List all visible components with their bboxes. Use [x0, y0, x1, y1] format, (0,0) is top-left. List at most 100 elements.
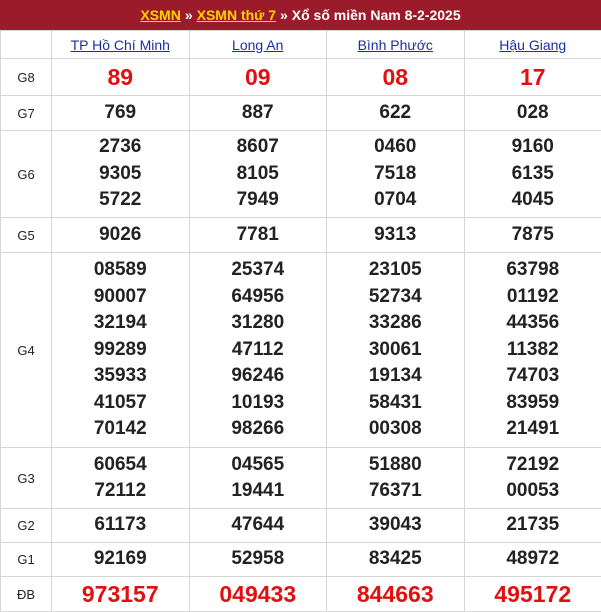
prize-number: 39043 — [327, 512, 464, 539]
prize-number: 19134 — [327, 363, 464, 390]
prize-label: G7 — [1, 96, 52, 131]
prize-number: 47112 — [190, 337, 327, 364]
breadcrumb-separator: » — [185, 7, 193, 23]
breadcrumb-separator: » — [280, 7, 288, 23]
prize-cell: 39043 — [327, 509, 465, 543]
prize-row: G261173476443904321735 — [1, 509, 601, 543]
prize-number: 09 — [190, 64, 327, 91]
prize-number: 17 — [465, 64, 601, 91]
prize-number: 21491 — [465, 416, 601, 443]
prize-cell: 273693055722 — [52, 131, 190, 218]
province-header[interactable]: Long An — [189, 31, 327, 59]
prize-cell: 63798011924435611382747038395921491 — [464, 253, 601, 448]
prize-number: 6135 — [465, 161, 601, 188]
province-header[interactable]: TP Hồ Chí Minh — [52, 31, 190, 59]
prize-cell: 89 — [52, 59, 190, 96]
prize-row: G627369305572286078105794904607518070491… — [1, 131, 601, 218]
prize-number: 00308 — [327, 416, 464, 443]
prize-number: 58431 — [327, 390, 464, 417]
prize-number: 08589 — [52, 257, 189, 284]
province-header[interactable]: Hậu Giang — [464, 31, 601, 59]
results-container: XSMN » XSMN thứ 7 » Xổ số miền Nam 8-2-2… — [0, 0, 601, 600]
prize-number: 7518 — [327, 161, 464, 188]
prize-cell: 83425 — [327, 543, 465, 577]
prize-number: 04565 — [190, 452, 327, 479]
prize-row: G192169529588342548972 — [1, 543, 601, 577]
prize-number: 52958 — [190, 546, 327, 573]
prize-cell: 7219200053 — [464, 448, 601, 509]
prize-cell: 25374649563128047112962461019398266 — [189, 253, 327, 448]
prize-number: 60654 — [52, 452, 189, 479]
results-table: TP Hồ Chí Minh Long An Bình Phước Hậu Gi… — [0, 30, 601, 612]
prize-number: 61173 — [52, 512, 189, 539]
breadcrumb-link-xsmn-thu7[interactable]: XSMN thứ 7 — [197, 7, 276, 23]
prize-number: 35933 — [52, 363, 189, 390]
prize-number: 92169 — [52, 546, 189, 573]
prize-number: 9305 — [52, 161, 189, 188]
prize-cell: 860781057949 — [189, 131, 327, 218]
prize-cell: 622 — [327, 96, 465, 131]
prize-number: 10193 — [190, 390, 327, 417]
breadcrumb-link-xsmn[interactable]: XSMN — [140, 7, 180, 23]
prize-cell: 046075180704 — [327, 131, 465, 218]
prize-number: 51880 — [327, 452, 464, 479]
prize-cell: 92169 — [52, 543, 190, 577]
prize-number: 23105 — [327, 257, 464, 284]
prize-cell: 21735 — [464, 509, 601, 543]
prize-label: ĐB — [1, 577, 52, 612]
prize-cell: 5188076371 — [327, 448, 465, 509]
province-link-1[interactable]: Long An — [232, 37, 283, 53]
prize-number: 33286 — [327, 310, 464, 337]
province-header[interactable]: Bình Phước — [327, 31, 465, 59]
prize-cell: 7875 — [464, 218, 601, 253]
prize-number: 64956 — [190, 284, 327, 311]
prize-number: 21735 — [465, 512, 601, 539]
prize-number: 25374 — [190, 257, 327, 284]
prize-number: 622 — [327, 100, 464, 127]
prize-row: G7769887622028 — [1, 96, 601, 131]
prize-cell: 7781 — [189, 218, 327, 253]
prize-cell: 0456519441 — [189, 448, 327, 509]
prize-number: 83425 — [327, 546, 464, 573]
prize-row: G408589900073219499289359334105770142253… — [1, 253, 601, 448]
prize-cell: 916061354045 — [464, 131, 601, 218]
prize-cell: 08 — [327, 59, 465, 96]
page-title: Xổ số miền Nam 8-2-2025 — [292, 7, 461, 23]
prize-number: 8607 — [190, 134, 327, 161]
prize-cell: 9313 — [327, 218, 465, 253]
prize-number: 769 — [52, 100, 189, 127]
prize-number: 049433 — [190, 581, 327, 608]
prize-cell: 887 — [189, 96, 327, 131]
prize-cell: 049433 — [189, 577, 327, 612]
prize-label: G5 — [1, 218, 52, 253]
prize-number: 74703 — [465, 363, 601, 390]
prize-number: 41057 — [52, 390, 189, 417]
prize-cell: 61173 — [52, 509, 190, 543]
breadcrumb-bar: XSMN » XSMN thứ 7 » Xổ số miền Nam 8-2-2… — [0, 0, 601, 30]
prize-number: 0460 — [327, 134, 464, 161]
prize-number: 98266 — [190, 416, 327, 443]
prize-label: G4 — [1, 253, 52, 448]
prize-number: 30061 — [327, 337, 464, 364]
prize-number: 83959 — [465, 390, 601, 417]
province-header-row: TP Hồ Chí Minh Long An Bình Phước Hậu Gi… — [1, 31, 601, 59]
prize-number: 5722 — [52, 187, 189, 214]
province-link-3[interactable]: Hậu Giang — [499, 37, 566, 53]
prize-cell: 6065472112 — [52, 448, 190, 509]
province-link-2[interactable]: Bình Phước — [358, 37, 433, 53]
prize-number: 70142 — [52, 416, 189, 443]
prize-row: G360654721120456519441518807637172192000… — [1, 448, 601, 509]
prize-number: 52734 — [327, 284, 464, 311]
prize-number: 2736 — [52, 134, 189, 161]
prize-body: G889090817G7769887622028G627369305572286… — [1, 59, 601, 612]
prize-number: 08 — [327, 64, 464, 91]
province-link-0[interactable]: TP Hồ Chí Minh — [71, 37, 170, 53]
prize-label: G2 — [1, 509, 52, 543]
prize-number: 00053 — [465, 478, 601, 505]
prize-number: 11382 — [465, 337, 601, 364]
prize-label: G1 — [1, 543, 52, 577]
prize-cell: 844663 — [327, 577, 465, 612]
header-blank-cell — [1, 31, 52, 59]
prize-number: 7949 — [190, 187, 327, 214]
prize-number: 96246 — [190, 363, 327, 390]
